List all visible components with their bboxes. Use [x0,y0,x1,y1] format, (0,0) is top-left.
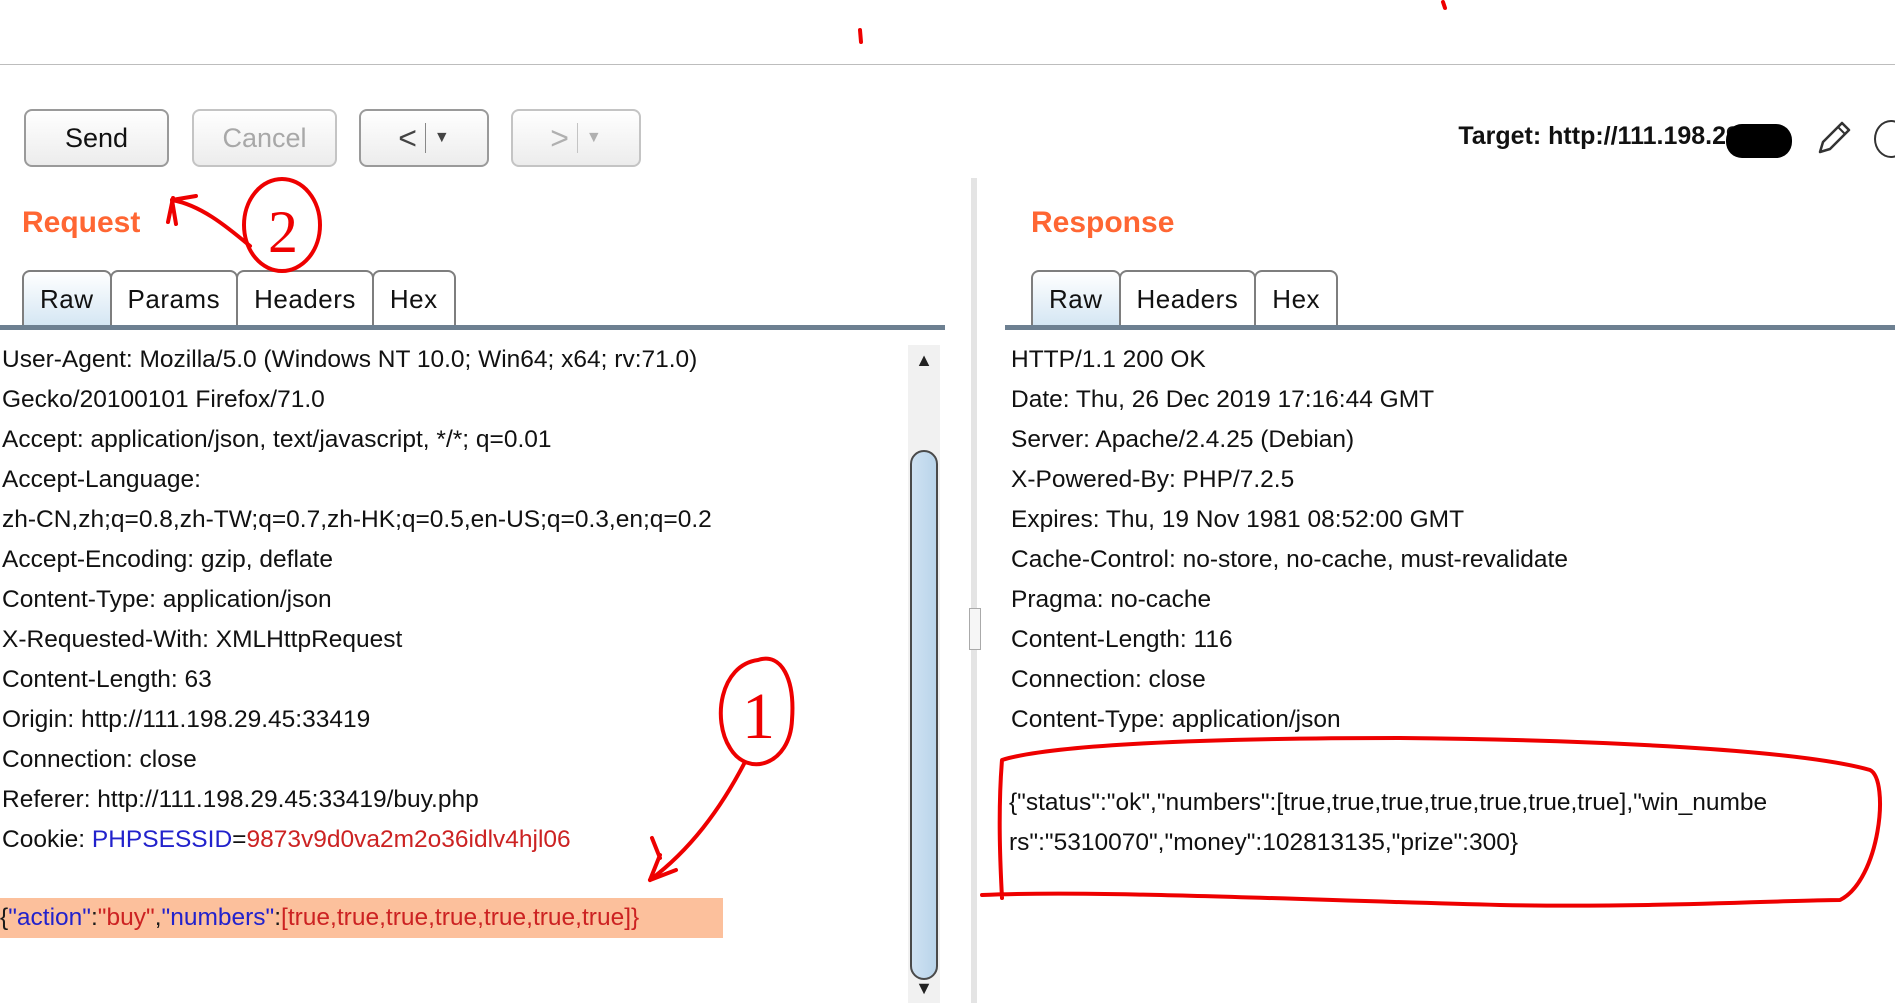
request-line: Content-Length: 63 [2,666,212,693]
request-title: Request [22,206,141,239]
json-comma: , [154,904,162,931]
dropdown-arrow-icon: ▼ [433,129,450,146]
request-line: Gecko/20100101 Firefox/71.0 [2,386,325,413]
annotation-number-1: 1 [742,680,775,753]
response-line: Server: Apache/2.4.25 (Debian) [1011,426,1355,453]
stray-mark [858,28,863,44]
annotation-number-2: 2 [268,199,298,265]
annotation-circle-2 [242,177,322,273]
dropdown-arrow-icon: ▼ [585,129,602,146]
send-button[interactable]: Send [24,109,169,167]
response-body-line: {"status":"ok","numbers":[true,true,true… [1009,789,1768,816]
cookie-name: PHPSESSID [91,826,233,853]
edit-target-pencil-icon[interactable] [1814,118,1854,158]
request-tab-rule [0,325,945,330]
request-line: zh-CN,zh;q=0.8,zh-TW;q=0.7,zh-HK;q=0.5,e… [2,506,712,533]
pane-divider-grip[interactable] [969,608,981,650]
response-title: Response [1031,206,1175,239]
response-tab-rule [1005,325,1895,330]
help-icon[interactable] [1874,120,1895,158]
request-line: Content-Type: application/json [2,586,332,613]
redacted-port-mark [1726,124,1792,158]
json-value-numbers: [true,true,true,true,true,true,true]} [281,904,640,931]
forward-history-button[interactable]: > ▼ [511,109,641,167]
pane-divider[interactable] [971,178,977,1003]
stray-mark [1441,0,1447,10]
response-tabs: Raw Headers Hex [1031,268,1339,326]
request-body-json[interactable]: {"action":"buy","numbers":[true,true,tru… [0,898,723,938]
cookie-value: 9873v9d0va2m2o36idlv4hjl06 [246,826,571,853]
tab-request-hex[interactable]: Hex [371,270,456,326]
tab-request-headers[interactable]: Headers [236,270,374,326]
response-line: X-Powered-By: PHP/7.2.5 [1011,466,1295,493]
annotation-arrowhead [170,194,198,226]
cookie-label: Cookie: [2,826,92,853]
back-arrow-icon: < [398,119,417,156]
scroll-up-icon[interactable]: ▲ [908,345,940,375]
tab-response-raw[interactable]: Raw [1031,270,1121,326]
response-line: Cache-Control: no-store, no-cache, must-… [1011,546,1568,573]
scrollbar-thumb[interactable] [910,450,938,980]
window-top-border [0,64,1895,65]
annotation-circle-1 [718,656,795,767]
burp-repeater-window: Send Cancel < ▼ > ▼ Target: http://111.1… [0,0,1895,1003]
tab-request-raw[interactable]: Raw [22,270,112,326]
forward-arrow-icon: > [550,119,569,156]
annotation-stroke [166,196,175,224]
response-editor[interactable]: HTTP/1.1 200 OK Date: Thu, 26 Dec 2019 1… [1011,340,1568,740]
response-line: Date: Thu, 26 Dec 2019 17:16:44 GMT [1011,386,1435,413]
request-line: Accept-Language: [2,466,201,493]
request-tabs: Raw Params Headers Hex [22,268,456,326]
tab-response-headers[interactable]: Headers [1118,270,1257,326]
request-line: User-Agent: Mozilla/5.0 (Windows NT 10.0… [2,346,698,373]
response-body-line: rs":"5310070","money":102813135,"prize":… [1009,829,1519,856]
response-body-json[interactable]: {"status":"ok","numbers":[true,true,true… [1009,783,1767,863]
annotation-arrow-to-send [170,198,252,248]
tab-request-params[interactable]: Params [109,270,239,326]
tab-response-hex[interactable]: Hex [1254,270,1339,326]
request-line: Accept: application/json, text/javascrip… [2,426,552,453]
json-value-buy: "buy" [97,904,155,931]
response-line: Expires: Thu, 19 Nov 1981 08:52:00 GMT [1011,506,1465,533]
cancel-button[interactable]: Cancel [192,109,337,167]
json-colon: : [90,904,98,931]
response-line: HTTP/1.1 200 OK [1011,346,1206,373]
request-editor[interactable]: User-Agent: Mozilla/5.0 (Windows NT 10.0… [2,340,712,860]
request-line: Accept-Encoding: gzip, deflate [2,546,333,573]
cookie-equals: = [232,826,247,853]
request-line: Connection: close [2,746,197,773]
json-colon: : [274,904,282,931]
button-separator [424,123,426,153]
button-separator [576,123,578,153]
response-line: Content-Type: application/json [1011,706,1341,733]
response-line: Content-Length: 116 [1011,626,1233,653]
request-scrollbar[interactable]: ▲ ▼ [908,345,940,1003]
json-key-action: "action" [8,904,91,931]
scroll-down-icon[interactable]: ▼ [908,973,940,1003]
request-line: Origin: http://111.198.29.45:33419 [2,706,371,733]
request-line: Referer: http://111.198.29.45:33419/buy.… [2,786,479,813]
response-line: Connection: close [1011,666,1206,693]
json-key-numbers: "numbers" [161,904,275,931]
response-line: Pragma: no-cache [1011,586,1212,613]
back-history-button[interactable]: < ▼ [359,109,489,167]
json-brace: { [0,904,9,931]
request-line: X-Requested-With: XMLHttpRequest [2,626,403,653]
cookie-line: Cookie: PHPSESSID=9873v9d0va2m2o36idlv4h… [2,820,712,860]
